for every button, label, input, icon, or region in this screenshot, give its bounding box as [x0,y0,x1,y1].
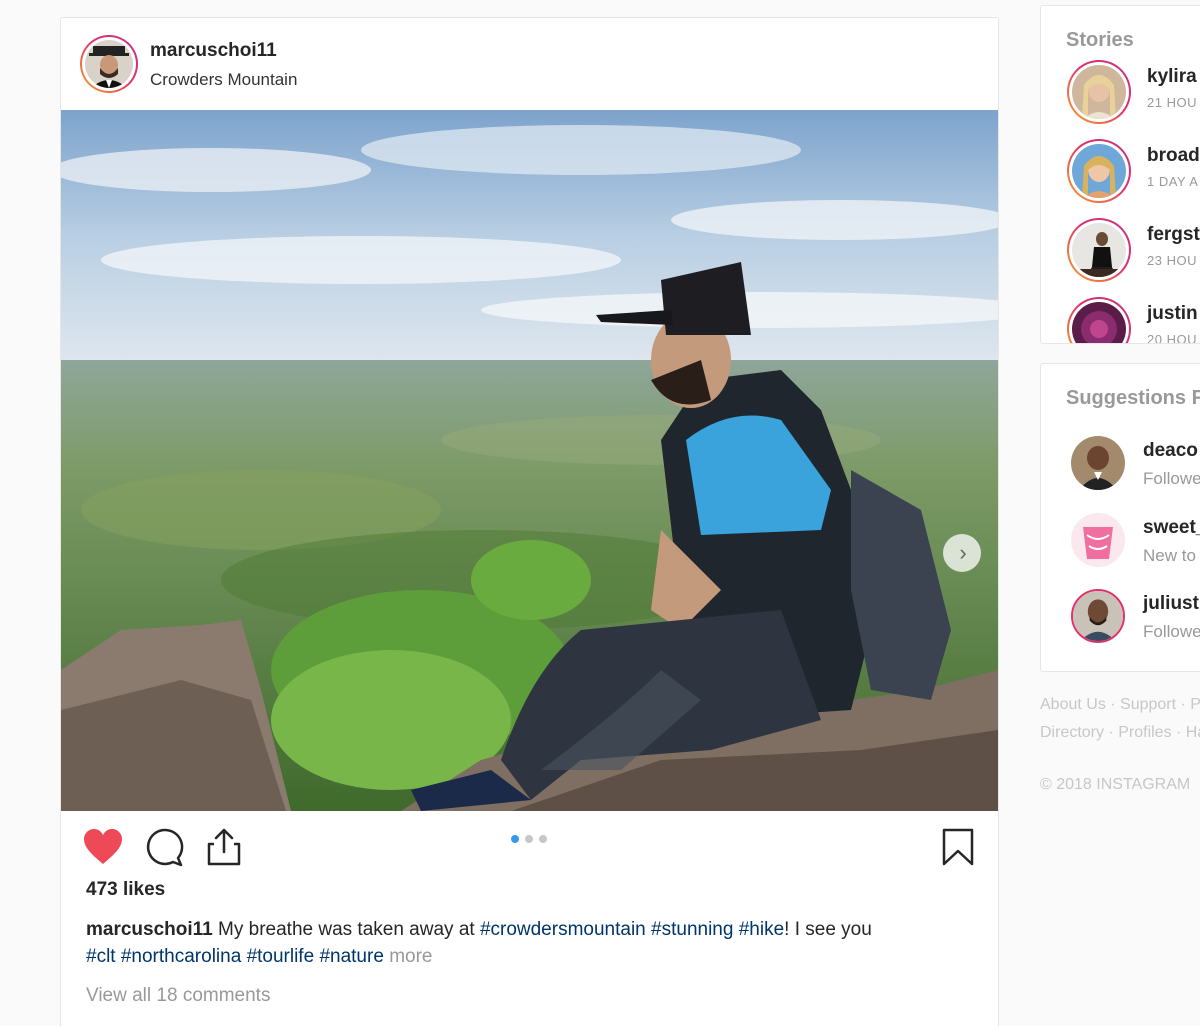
caption-username[interactable]: marcuschoi11 [86,919,213,940]
share-button[interactable] [203,826,245,868]
story-avatar [1067,218,1131,282]
view-comments-link[interactable]: View all 18 comments [86,985,270,1007]
stories-panel: Stories kylira 21 HOU broad 1 DAY A ferg… [1040,5,1200,344]
suggestions-title: Suggestions F [1066,387,1200,409]
comment-icon [146,828,184,867]
footer-links[interactable]: Directory · Profiles · Ha [1040,724,1200,742]
story-username: kylira [1147,66,1197,87]
suggestion-reason: Followe [1143,622,1200,641]
story-username: fergst [1147,224,1200,245]
post-location[interactable]: Crowders Mountain [150,70,297,90]
story-username: justin [1147,303,1198,324]
suggestion-avatar [1071,589,1125,643]
caption-text: ! I see you [784,919,872,940]
likes-count[interactable]: 473 likes [86,879,165,901]
copyright: © 2018 INSTAGRAM [1040,776,1191,793]
carousel-next-button[interactable]: › [943,534,981,572]
post-author-avatar[interactable] [80,35,138,93]
comment-button[interactable] [143,826,185,868]
like-button[interactable] [82,826,124,868]
suggestions-panel: Suggestions F deaco Followe sweet_ New t… [1040,363,1200,672]
hashtag-link[interactable]: #tourlife [247,946,315,967]
suggestion-username: sweet_ [1143,517,1200,538]
story-time: 23 HOU [1147,253,1197,268]
heart-icon [84,829,122,864]
post-actions [61,818,998,878]
story-time: 1 DAY A [1147,174,1199,189]
suggestion-username: deaco [1143,440,1198,461]
story-avatar [1067,60,1131,124]
caption-more-link[interactable]: more [389,946,432,967]
share-icon [207,828,241,866]
post-caption: marcuschoi11 My breathe was taken away a… [86,916,966,970]
story-username: broad [1147,145,1200,166]
hashtag-link[interactable]: #hike [739,919,784,940]
stories-title[interactable]: Stories [1066,29,1134,52]
post-photo[interactable]: › [61,110,998,811]
suggestion-reason: New to [1143,546,1196,565]
suggestion-item[interactable]: sweet_ New to [1071,513,1200,569]
hashtag-link[interactable]: #northcarolina [121,946,241,967]
post-username[interactable]: marcuschoi11 [150,40,277,62]
story-item[interactable]: justin 20 HOU [1067,297,1200,344]
story-avatar [1067,297,1131,343]
suggestion-username: juliust [1143,593,1199,614]
footer-links[interactable]: About Us · Support · P [1040,696,1200,714]
story-time: 20 HOU [1147,332,1197,344]
suggestion-avatar [1071,436,1125,490]
bookmark-icon [942,828,974,866]
post-header: marcuschoi11 Crowders Mountain [61,18,998,110]
post-card: marcuschoi11 Crowders Mountain › 473 lik… [60,17,999,1026]
hashtag-link[interactable]: #clt [86,946,116,967]
suggestion-item[interactable]: juliust Followe [1071,589,1200,645]
carousel-indicator [511,835,547,843]
carousel-dot [511,835,519,843]
hashtag-link[interactable]: #stunning [651,919,733,940]
story-item[interactable]: kylira 21 HOU [1067,60,1200,126]
hashtag-link[interactable]: #nature [319,946,383,967]
hashtag-link[interactable]: #crowdersmountain [480,919,646,940]
story-time: 21 HOU [1147,95,1197,110]
story-item[interactable]: fergst 23 HOU [1067,218,1200,284]
story-avatar [1067,139,1131,203]
suggestion-item[interactable]: deaco Followe [1071,436,1200,492]
caption-text: My breathe was taken away at [212,919,480,940]
carousel-dot [539,835,547,843]
story-item[interactable]: broad 1 DAY A [1067,139,1200,205]
suggestion-reason: Followe [1143,469,1200,488]
save-button[interactable] [937,826,979,868]
suggestion-avatar [1071,513,1125,567]
carousel-dot [525,835,533,843]
chevron-right-icon: › [959,540,967,565]
